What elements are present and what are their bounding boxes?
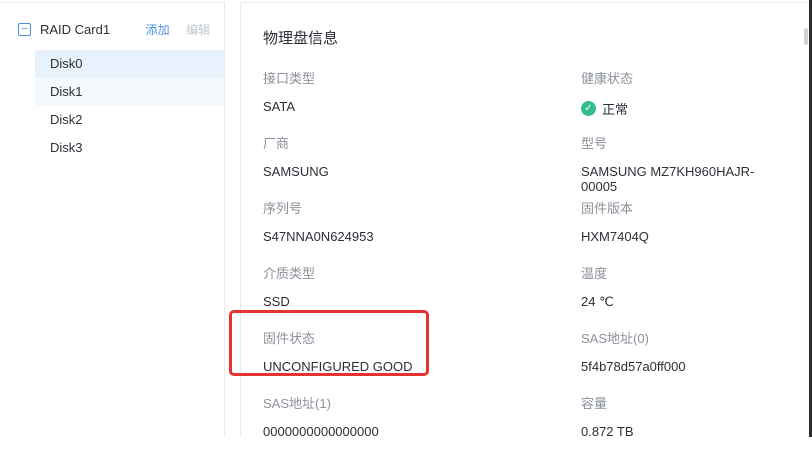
field-label: 固件状态 — [263, 328, 581, 347]
edit-link[interactable]: 编辑 — [186, 23, 210, 37]
field-value: SAMSUNG — [263, 164, 581, 179]
field-capacity: 容量 0.872 TB — [581, 393, 780, 458]
disk-item-disk1[interactable]: Disk1 — [35, 78, 224, 106]
field-media-type: 介质类型 SSD — [263, 263, 581, 328]
field-interface-type: 接口类型 SATA — [263, 68, 581, 133]
raid-card-label: RAID Card1 — [40, 22, 146, 37]
raid-card-node[interactable]: − RAID Card1 添加 编辑 — [0, 3, 224, 46]
scrollbar-thumb[interactable] — [804, 28, 808, 45]
field-label: 温度 — [581, 263, 780, 282]
field-value: 5f4b78d57a0ff000 — [581, 359, 780, 374]
field-sas-address-1: SAS地址(1) 0000000000000000 — [263, 393, 581, 458]
minus-square-icon[interactable]: − — [18, 23, 31, 36]
field-value: S47NNA0N624953 — [263, 229, 581, 244]
field-value: ✓ 正常 — [581, 99, 780, 118]
disk-item-disk2[interactable]: Disk2 — [35, 106, 224, 134]
field-firmware-status: 固件状态 UNCONFIGURED GOOD — [263, 328, 581, 393]
raid-tree-sidebar: − RAID Card1 添加 编辑 Disk0 Disk1 Disk2 Dis… — [0, 2, 225, 437]
field-label: 容量 — [581, 393, 780, 412]
field-firmware-version: 固件版本 HXM7404Q — [581, 198, 780, 263]
field-label: 序列号 — [263, 198, 581, 217]
field-sas-address-0: SAS地址(0) 5f4b78d57a0ff000 — [581, 328, 780, 393]
health-status-text: 正常 — [602, 99, 628, 118]
field-label: 型号 — [581, 133, 780, 152]
field-label: 固件版本 — [581, 198, 780, 217]
field-health-status: 健康状态 ✓ 正常 — [581, 68, 780, 133]
disk-item-disk3[interactable]: Disk3 — [35, 134, 224, 162]
disk-list: Disk0 Disk1 Disk2 Disk3 — [0, 50, 224, 162]
field-serial-number: 序列号 S47NNA0N624953 — [263, 198, 581, 263]
field-label: 厂商 — [263, 133, 581, 152]
physical-disk-panel: 物理盘信息 接口类型 SATA 健康状态 ✓ 正常 厂商 SAMSUNG 型号 … — [240, 2, 810, 437]
add-link[interactable]: 添加 — [146, 23, 170, 37]
field-vendor: 厂商 SAMSUNG — [263, 133, 581, 198]
disk-item-disk0[interactable]: Disk0 — [35, 50, 224, 78]
check-circle-icon: ✓ — [581, 101, 596, 116]
panel-title: 物理盘信息 — [263, 27, 780, 48]
field-value: 24 ℃ — [581, 294, 780, 310]
field-label: 接口类型 — [263, 68, 581, 87]
field-label: 介质类型 — [263, 263, 581, 282]
field-grid: 接口类型 SATA 健康状态 ✓ 正常 厂商 SAMSUNG 型号 SAMSUN… — [263, 68, 780, 458]
field-value: HXM7404Q — [581, 229, 780, 244]
field-label: 健康状态 — [581, 68, 780, 87]
screen: − RAID Card1 添加 编辑 Disk0 Disk1 Disk2 Dis… — [0, 0, 812, 437]
field-value: SAMSUNG MZ7KH960HAJR-00005 — [581, 164, 780, 194]
field-model: 型号 SAMSUNG MZ7KH960HAJR-00005 — [581, 133, 780, 198]
field-value: UNCONFIGURED GOOD — [263, 359, 581, 374]
field-label: SAS地址(1) — [263, 393, 581, 412]
tree-actions: 添加 编辑 — [146, 21, 210, 38]
field-value: SSD — [263, 294, 581, 309]
field-label: SAS地址(0) — [581, 328, 780, 347]
field-temperature: 温度 24 ℃ — [581, 263, 780, 328]
field-value: SATA — [263, 99, 581, 114]
